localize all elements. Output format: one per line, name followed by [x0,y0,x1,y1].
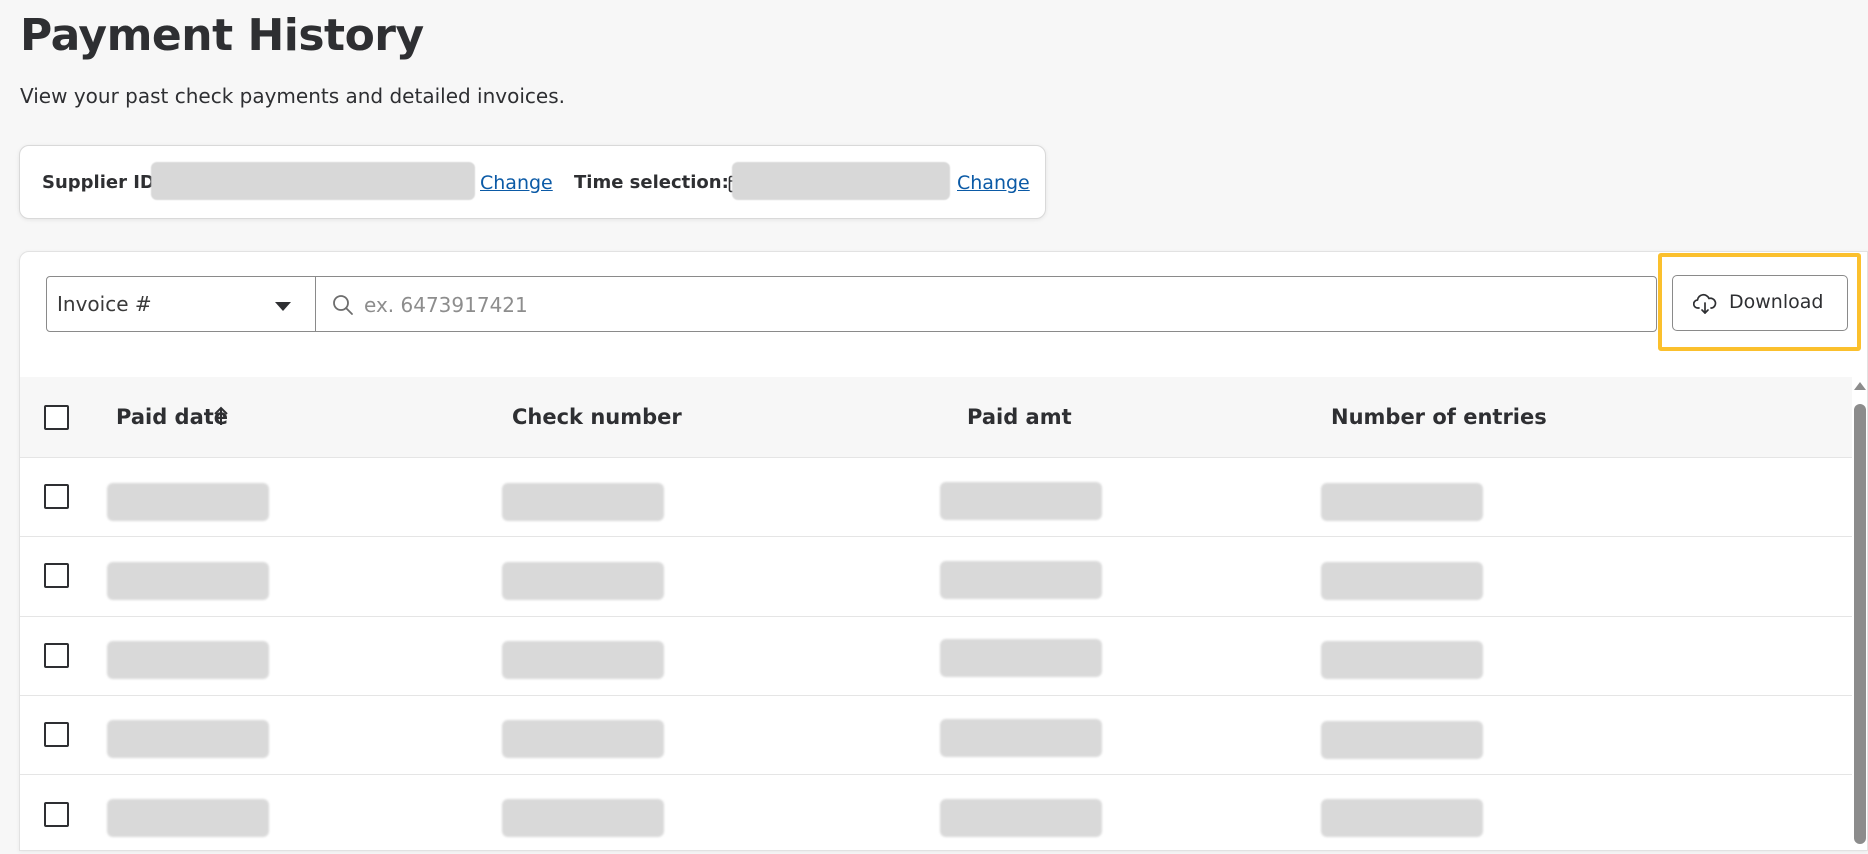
paid-amt-redacted [940,561,1102,599]
check-number-redacted [502,799,664,837]
row-checkbox[interactable] [44,722,69,747]
table-header: Paid date Check number Paid amt Number o… [20,377,1852,458]
check-number-redacted [502,641,664,679]
row-checkbox[interactable] [44,643,69,668]
check-number-redacted [502,720,664,758]
row-checkbox[interactable] [44,563,69,588]
number-of-entries-redacted [1321,799,1483,837]
supplier-change-link[interactable]: Change [480,172,553,194]
arrow-up-icon[interactable] [213,405,229,427]
check-number-redacted [502,483,664,521]
number-of-entries-redacted [1321,483,1483,521]
paid-amt-redacted [940,799,1102,837]
page-title: Payment History [20,10,424,61]
table-row[interactable] [20,775,1852,854]
paid-amt-redacted [940,482,1102,520]
paid-amt-redacted [940,719,1102,757]
number-of-entries-redacted [1321,641,1483,679]
column-header-paid-date[interactable]: Paid date [116,405,228,429]
search-input[interactable] [364,287,1634,323]
table-scrollbar[interactable] [1851,382,1868,844]
search-type-selected: Invoice # [57,292,152,316]
column-header-check-number[interactable]: Check number [512,405,682,429]
table-row[interactable] [20,696,1852,775]
paid-date-redacted [107,483,269,521]
cloud-download-icon [1693,293,1717,314]
table-row[interactable] [20,617,1852,696]
supplier-id-value-redacted [151,162,475,200]
number-of-entries-redacted [1321,721,1483,759]
search-type-select[interactable]: Invoice # [46,276,316,332]
scroll-up-arrow-icon[interactable] [1854,382,1866,390]
paid-date-redacted [107,720,269,758]
time-change-link[interactable]: Change [957,172,1030,194]
paid-date-redacted [107,799,269,837]
payments-table-card: Invoice # Paid date Check number Paid am… [19,251,1868,851]
check-number-redacted [502,562,664,600]
supplier-id-label: Supplier ID: [42,172,163,193]
table-row[interactable] [20,538,1852,617]
time-selection-label: Time selection: [574,172,729,193]
column-header-paid-amt[interactable]: Paid amt [967,405,1072,429]
search-box [315,276,1657,332]
table-row[interactable] [20,458,1852,537]
time-selection-value-redacted [732,162,950,200]
paid-date-redacted [107,562,269,600]
number-of-entries-redacted [1321,562,1483,600]
paid-amt-redacted [940,639,1102,677]
row-checkbox[interactable] [44,802,69,827]
select-all-checkbox[interactable] [44,405,69,430]
filter-card: Supplier ID: Change Time selection: Chan… [19,145,1046,219]
search-icon [333,295,353,315]
paid-date-redacted [107,641,269,679]
download-button[interactable]: Download [1672,275,1848,331]
column-header-number-of-entries[interactable]: Number of entries [1331,405,1547,429]
caret-down-icon [275,302,291,311]
download-label: Download [1729,291,1824,313]
page-subtitle: View your past check payments and detail… [20,84,565,108]
scroll-thumb[interactable] [1854,404,1866,844]
row-checkbox[interactable] [44,484,69,509]
